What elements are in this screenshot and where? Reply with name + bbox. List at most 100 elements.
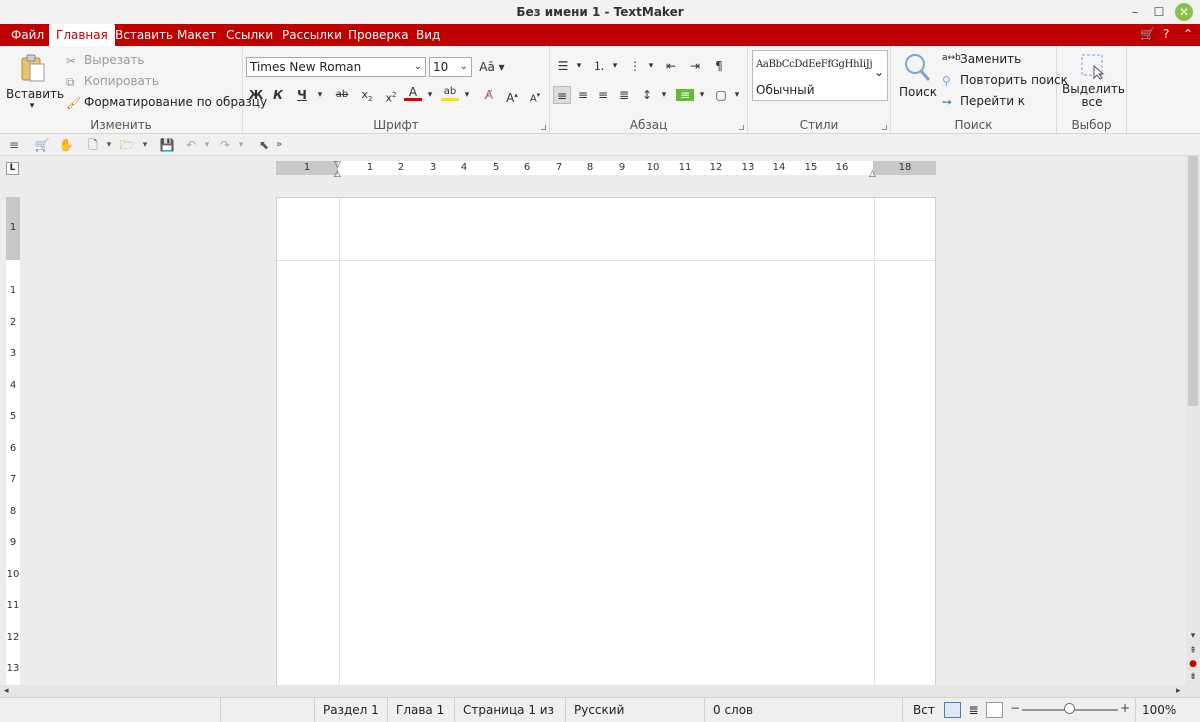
horizontal-ruler[interactable]: 1 1 2 3 4 5 6 7 8 9 10 11 12 13 14 15 16… <box>276 160 936 179</box>
scroll-down-icon[interactable]: ▾ <box>1186 631 1200 641</box>
undo-dropdown[interactable]: ▾ <box>198 136 216 154</box>
maximize-button[interactable]: ☐ <box>1150 3 1168 21</box>
font-color-button[interactable]: A <box>404 84 422 101</box>
tab-stop-selector[interactable]: L <box>6 162 19 175</box>
justify-icon[interactable]: ≣ <box>615 86 633 104</box>
underline-button[interactable]: Ч <box>293 86 311 104</box>
format-painter-button[interactable]: 🖌 Форматирование по образцу <box>66 95 267 110</box>
shading-icon[interactable]: ≡ <box>676 89 694 101</box>
grow-font-icon[interactable]: A▴ <box>503 86 521 105</box>
align-left-icon[interactable]: ≡ <box>553 86 571 104</box>
status-language[interactable]: Русский <box>565 698 704 722</box>
open-dropdown[interactable]: ▾ <box>136 136 154 154</box>
multilevel-dropdown[interactable]: ▾ <box>642 57 660 75</box>
increase-indent-icon[interactable]: ⇥ <box>686 57 704 75</box>
menu-mailings[interactable]: Рассылки <box>275 24 349 46</box>
bold-button[interactable]: Ж <box>247 86 265 104</box>
copy-button[interactable]: ⧉ Копировать <box>66 74 159 89</box>
redo-dropdown[interactable]: ▾ <box>232 136 250 154</box>
minimize-button[interactable]: – <box>1126 3 1144 21</box>
menu-layout[interactable]: Макет <box>170 24 223 46</box>
strikethrough-button[interactable]: ab <box>333 86 351 104</box>
clear-format-icon[interactable]: A̸ <box>480 86 498 104</box>
cart-icon[interactable]: 🛒 <box>33 136 51 154</box>
select-all-icon <box>1081 54 1105 80</box>
align-right-icon[interactable]: ≡ <box>594 86 612 104</box>
chevron-down-icon[interactable]: ⌄ <box>874 65 884 79</box>
ruler-number: 11 <box>678 162 692 173</box>
font-size-combo[interactable]: 10 ⌄ <box>429 57 472 77</box>
next-page-icon[interactable]: ⇟ <box>1186 672 1200 682</box>
zoom-slider-thumb[interactable] <box>1064 703 1075 714</box>
ruler-number: 6 <box>9 443 17 454</box>
superscript-button[interactable]: x2 <box>382 86 400 105</box>
bullets-dropdown[interactable]: ▾ <box>570 57 588 75</box>
paste-button[interactable]: Вставить ▾ <box>6 52 64 114</box>
zoom-out-button[interactable]: − <box>1010 701 1020 715</box>
change-case-icon[interactable]: Aā ▾ <box>477 58 507 76</box>
toolbar-overflow-icon[interactable]: » <box>270 136 288 154</box>
document-page[interactable] <box>276 197 936 685</box>
shrink-font-icon[interactable]: A▾ <box>526 86 544 104</box>
vertical-ruler[interactable]: 1 1 2 3 4 5 6 7 8 9 10 11 12 13 <box>6 197 20 685</box>
menu-hamburger-icon[interactable]: ≡ <box>5 136 23 154</box>
goto-button[interactable]: ➙ Перейти к <box>942 94 1025 109</box>
repeat-search-button[interactable]: ⚲ Повторить поиск <box>942 73 1068 88</box>
previous-page-icon[interactable]: ⇞ <box>1186 646 1200 656</box>
borders-dropdown[interactable]: ▾ <box>728 86 746 104</box>
align-center-icon[interactable]: ≡ <box>574 86 592 104</box>
paragraph-dialog-launcher[interactable] <box>739 125 744 130</box>
scrollbar-thumb[interactable] <box>1188 156 1198 406</box>
zoom-level[interactable]: 100% <box>1135 698 1200 722</box>
numbering-dropdown[interactable]: ▾ <box>606 57 624 75</box>
zoom-in-button[interactable]: + <box>1120 701 1130 715</box>
view-outline-icon[interactable]: ≣ <box>965 702 982 718</box>
font-dialog-launcher[interactable] <box>541 125 546 130</box>
hand-icon[interactable]: ✋ <box>57 136 75 154</box>
shading-dropdown[interactable]: ▾ <box>693 86 711 104</box>
view-normal-icon[interactable] <box>944 702 961 718</box>
new-dropdown[interactable]: ▾ <box>100 136 118 154</box>
collapse-ribbon-icon[interactable]: ⌃ <box>1183 27 1193 41</box>
find-button[interactable]: Поиск <box>899 52 937 99</box>
status-section: Раздел 1 <box>314 698 387 722</box>
save-icon[interactable]: 💾 <box>158 136 176 154</box>
subscript-button[interactable]: x2 <box>358 86 376 104</box>
cart-icon[interactable]: 🛒 <box>1140 27 1155 41</box>
horizontal-scrollbar[interactable]: ◂ ▸ <box>0 685 1200 697</box>
view-page-icon[interactable] <box>986 702 1003 718</box>
left-indent-marker[interactable]: △ <box>334 169 341 179</box>
decrease-indent-icon[interactable]: ⇤ <box>662 57 680 75</box>
menu-references[interactable]: Ссылки <box>219 24 280 46</box>
open-folder-icon[interactable]: 🗁 <box>118 136 136 154</box>
font-color-dropdown[interactable]: ▾ <box>421 86 439 104</box>
ruler-number: 10 <box>6 569 20 580</box>
line-spacing-icon[interactable]: ↕ <box>638 86 656 104</box>
document-area[interactable] <box>20 180 1186 685</box>
style-gallery[interactable]: AaBbCcDdEeFfGgHhIiJj Обычный ⌄ <box>752 50 888 101</box>
underline-dropdown[interactable]: ▾ <box>311 86 329 104</box>
highlight-button[interactable]: ab <box>441 84 459 101</box>
pilcrow-icon[interactable]: ¶ <box>710 57 728 75</box>
styles-dialog-launcher[interactable] <box>882 125 887 130</box>
scroll-right-icon[interactable]: ▸ <box>1176 685 1181 697</box>
scroll-left-icon[interactable]: ◂ <box>4 685 9 697</box>
status-insert-mode[interactable]: Вст <box>902 698 939 722</box>
close-button[interactable]: ✕ <box>1175 3 1193 21</box>
menu-file[interactable]: Файл <box>4 24 51 46</box>
menu-home[interactable]: Главная <box>49 24 115 46</box>
browse-object-icon[interactable]: ● <box>1186 659 1200 669</box>
italic-button[interactable]: К <box>269 86 287 104</box>
menu-review[interactable]: Проверка <box>341 24 416 46</box>
vertical-scrollbar[interactable]: ▾ ⇞ ● ⇟ <box>1186 156 1200 685</box>
menu-view[interactable]: Вид <box>409 24 447 46</box>
help-icon[interactable]: ? <box>1163 27 1169 41</box>
highlight-dropdown[interactable]: ▾ <box>458 86 476 104</box>
font-family-combo[interactable]: Times New Roman ⌄ <box>246 57 426 77</box>
line-spacing-dropdown[interactable]: ▾ <box>655 86 673 104</box>
replace-button[interactable]: a↔bЗаменить <box>942 52 1021 67</box>
right-indent-marker[interactable]: △ <box>869 169 876 179</box>
cut-button[interactable]: ✂ Вырезать <box>66 53 145 68</box>
select-all-button[interactable]: Выделить все <box>1062 52 1125 109</box>
ruler-number: 8 <box>586 162 594 173</box>
